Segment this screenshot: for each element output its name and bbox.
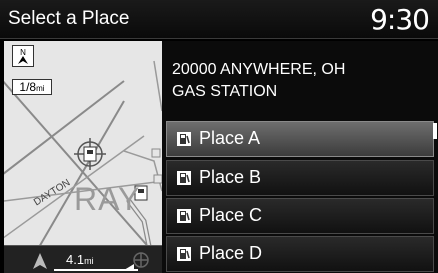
map-scale-button[interactable]: 1/8mi <box>12 79 52 95</box>
north-up-icon[interactable]: N <box>12 45 34 67</box>
clock: 9:30 <box>370 3 430 36</box>
place-label: Place D <box>199 243 263 263</box>
navigation-screen: Select a Place 9:30 RAY DAYTON N 1/8mi 4… <box>0 0 438 273</box>
map-view[interactable]: RAY DAYTON N 1/8mi 4.1mi <box>4 41 162 273</box>
direction-arrow-icon <box>33 253 47 269</box>
map-roads <box>4 60 162 273</box>
list-item-place-c[interactable]: Place C <box>166 198 434 234</box>
svg-text:N: N <box>20 48 26 57</box>
gas-station-icon <box>177 209 191 223</box>
distance-readout: 4.1mi <box>66 252 94 267</box>
list-item-place-b[interactable]: Place B <box>166 160 434 196</box>
list-scrollbar[interactable] <box>433 123 437 139</box>
gas-station-icon <box>177 247 191 261</box>
screen-title: Select a Place <box>8 8 130 29</box>
gas-station-icon <box>177 171 191 185</box>
gas-station-icon <box>177 132 191 146</box>
list-item-place-a[interactable]: Place A <box>166 121 434 157</box>
place-label: Place B <box>199 167 262 187</box>
selected-address: 20000 ANYWHERE, OH GAS STATION <box>172 59 345 103</box>
place-label: Place C <box>199 205 263 225</box>
map-status-bar: 4.1mi <box>4 245 162 273</box>
place-list-panel: 20000 ANYWHERE, OH GAS STATION Place A P… <box>162 41 438 273</box>
compass-icon <box>133 252 149 268</box>
header-bar: Select a Place 9:30 <box>0 0 438 39</box>
scale-value: 1/8 <box>19 80 37 94</box>
map-area-label: RAY <box>74 181 141 217</box>
list-item-place-d[interactable]: Place D <box>166 236 434 272</box>
distance-value: 4.1 <box>66 252 85 267</box>
address-line-2: GAS STATION <box>172 83 278 100</box>
address-line-1: 20000 ANYWHERE, OH <box>172 61 346 78</box>
scale-unit: mi <box>36 84 45 93</box>
place-label: Place A <box>199 128 261 148</box>
distance-unit: mi <box>84 256 94 266</box>
